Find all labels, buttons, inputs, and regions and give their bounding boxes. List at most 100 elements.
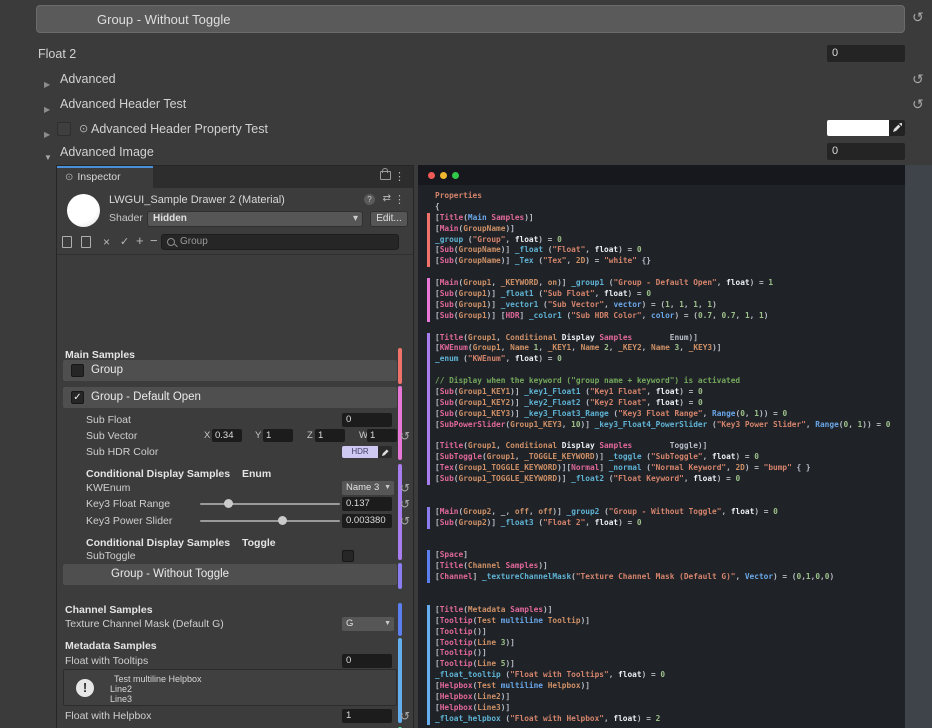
maximize-icon[interactable] [452,172,459,179]
code-gap [427,485,890,507]
value-field[interactable]: 0 [342,654,392,668]
search-input[interactable]: Group [161,234,399,250]
reset-icon[interactable]: ↺ [400,481,410,495]
group-header-bar[interactable]: Group - Without Toggle [63,564,397,585]
eyedropper-icon[interactable] [378,446,392,458]
reference-dot-icon: ⊙ [79,118,88,140]
minus-icon[interactable]: − [150,233,158,248]
code-line: { [435,202,890,213]
code-line: [Sub(Group1_KEY1)] _key1_Float1 ("Key1 F… [435,387,890,398]
axis-label: Y [255,429,261,443]
axis-label: Z [307,429,313,443]
editor-gutter-strip [905,165,932,728]
material-toolbar: × ✓ + − Group [57,230,413,255]
paste-icon[interactable] [81,236,91,251]
reset-icon[interactable]: ↺ [912,97,924,111]
axis-field[interactable]: 1 [315,429,345,442]
reset-icon[interactable]: ↺ [400,709,410,723]
row-advanced[interactable]: ▶ Advanced ↺ [0,68,932,90]
axis-field[interactable]: 0.34 [212,429,242,442]
slider-knob[interactable] [224,499,233,508]
lock-icon[interactable] [380,171,391,180]
dropdown-row: Texture Channel Mask (Default G) G▼ [57,617,413,631]
foldout-open-arrow-icon[interactable]: ▼ [44,147,52,169]
group-header-label: Group - Without Toggle [97,12,230,27]
slider-knob[interactable] [278,516,287,525]
material-properties-list: Main SamplesGroup✓Group - Default OpenSu… [57,254,413,728]
material-preview-sphere[interactable] [67,194,100,227]
row-label: Key3 Float Range [86,497,170,511]
preset-icon[interactable]: ⇄ [383,193,391,204]
row-label: Texture Channel Mask (Default G) [65,617,224,631]
reset-icon[interactable]: ↺ [400,429,410,443]
code-gap: Properties{ [427,191,890,213]
row-advanced-image[interactable]: ▼ Advanced Image 0 [0,141,932,163]
code-block: [Title(Metadata Samples)][Tooltip(Test m… [427,605,890,725]
color-field[interactable] [827,120,905,136]
group-header-bar[interactable]: ✓ Group - Default Open [63,387,397,408]
copy-icon[interactable] [62,236,72,251]
reset-icon[interactable]: ↺ [912,72,924,86]
code-line: [Title(Channel Samples)] [435,561,890,572]
minimize-icon[interactable] [440,172,447,179]
reset-icon[interactable]: ↺ [912,10,924,24]
color-row: Sub HDR ColorHDR [57,445,413,459]
group-toggle-checkbox[interactable]: ✓ [71,391,84,404]
value-field[interactable]: 1 [342,709,392,723]
inspector-tabbar: ⊙Inspector ⋮ [57,166,413,188]
slider-track[interactable] [200,503,340,505]
axis-field[interactable]: 1 [367,429,397,442]
group-toggle-checkbox[interactable] [71,364,84,377]
color-swatch[interactable]: HDR [342,446,378,458]
code-line: [Sub(Group1)] _vector1 ("Sub Vector", ve… [435,300,890,311]
axis-field[interactable]: 1 [263,429,293,442]
group-header-bar[interactable]: Group [63,360,397,381]
code-line: [SubToggle(Group1, _TOGGLE_KEYWORD)] _to… [435,452,890,463]
collapse-icon[interactable]: × [103,235,110,249]
code-gap [427,583,890,605]
row-advanced-header-test[interactable]: ▶ Advanced Header Test ↺ [0,93,932,115]
row-label: Group - Default Open [91,387,201,408]
section-header: Channel Samples [57,603,413,617]
kebab-menu-icon[interactable]: ⋮ [394,193,405,206]
code-block: [Title(Group1, Conditional Display Sampl… [427,333,890,485]
shader-dropdown[interactable]: Hidden▾ [147,211,363,227]
check-icon[interactable]: ✓ [120,235,129,248]
code-line: [Title(Group1, Conditional Display Sampl… [435,441,890,452]
eyedropper-icon[interactable] [889,120,905,136]
value-field[interactable]: 0 [342,413,392,427]
property-checkbox[interactable] [57,122,71,136]
plus-icon[interactable]: + [136,233,144,248]
float2-field[interactable]: 0 [827,45,905,62]
advanced-image-field[interactable]: 0 [827,143,905,160]
code-line: [SubPowerSlider(Group1_KEY3, 10)] _key3_… [435,420,890,431]
row-advanced-header-property-test[interactable]: ▶ ⊙ Advanced Header Property Test [0,118,932,140]
dropdown[interactable]: Name 3▼ [342,481,394,495]
reset-icon[interactable]: ↺ [400,514,410,528]
row-label: Metadata Samples [65,639,157,653]
slider-track[interactable] [200,520,340,522]
value-field[interactable]: 0.137 [342,497,392,511]
kebab-menu-icon[interactable]: ⋮ [394,170,405,183]
dropdown[interactable]: G▼ [342,617,394,631]
row-label: SubToggle [86,549,136,563]
group-without-toggle-header[interactable]: Group - Without Toggle [36,5,905,33]
code-line: _float_helpbox ("Float with Helpbox", fl… [435,714,890,725]
code-line: [Tooltip(Line 3)] [435,638,890,649]
color-swatch-white[interactable] [827,120,889,136]
tab-inspector[interactable]: ⊙Inspector [57,166,153,188]
reset-icon[interactable]: ↺ [400,497,410,511]
value-field[interactable]: 0.003380 [342,514,392,528]
code-line [435,496,890,507]
help-icon[interactable]: ? [364,194,375,205]
row-label: Group - Without Toggle [111,564,229,585]
helpbox: !Test multiline HelpboxLine2Line3 [63,669,397,706]
code-line: [Main(Group1, _KEYWORD, on)] _group1 ("G… [435,278,890,289]
search-icon [167,238,175,246]
code-line: [Title(Metadata Samples)] [435,605,890,616]
close-icon[interactable] [428,172,435,179]
code-line: [Sub(Group1_TOGGLE_KEYWORD)] _float2 ("F… [435,474,890,485]
row-label: Group [91,360,123,381]
edit-button[interactable]: Edit... [370,211,408,227]
toggle-checkbox[interactable] [342,550,354,562]
